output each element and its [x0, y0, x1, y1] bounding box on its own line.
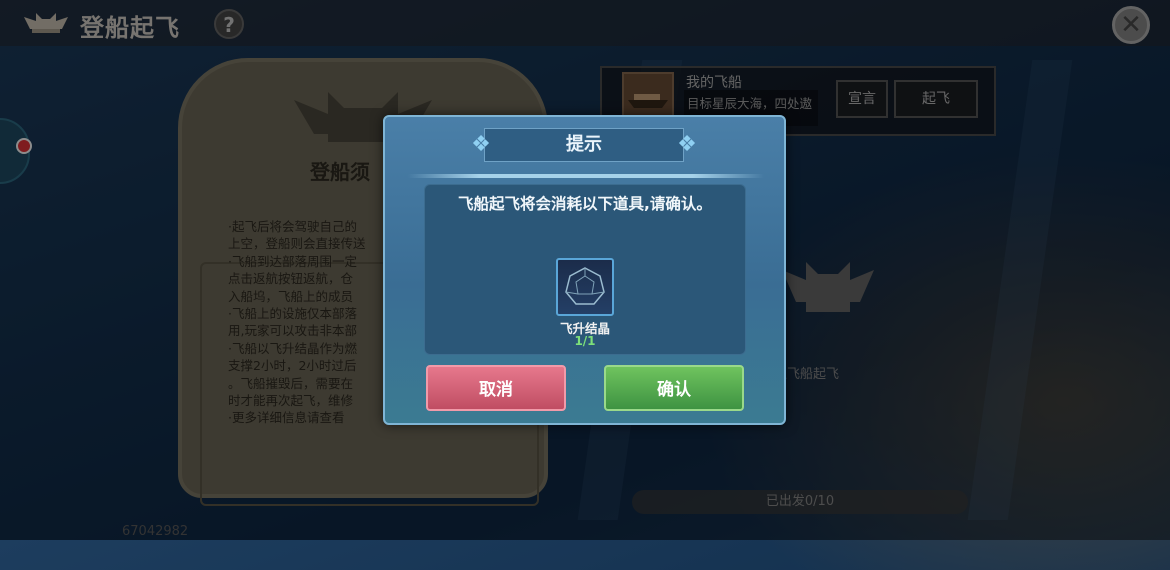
- item-count: 1/1: [574, 334, 596, 348]
- crystal-icon: [565, 267, 605, 305]
- cancel-button[interactable]: 取消: [426, 365, 566, 411]
- dialog-title: 提示: [566, 134, 602, 155]
- dialog-message: 飞船起飞将会消耗以下道具,请确认。: [458, 195, 712, 213]
- dialog-divider: [408, 174, 764, 178]
- item-slot[interactable]: [556, 258, 614, 316]
- confirm-button[interactable]: 确认: [604, 365, 744, 411]
